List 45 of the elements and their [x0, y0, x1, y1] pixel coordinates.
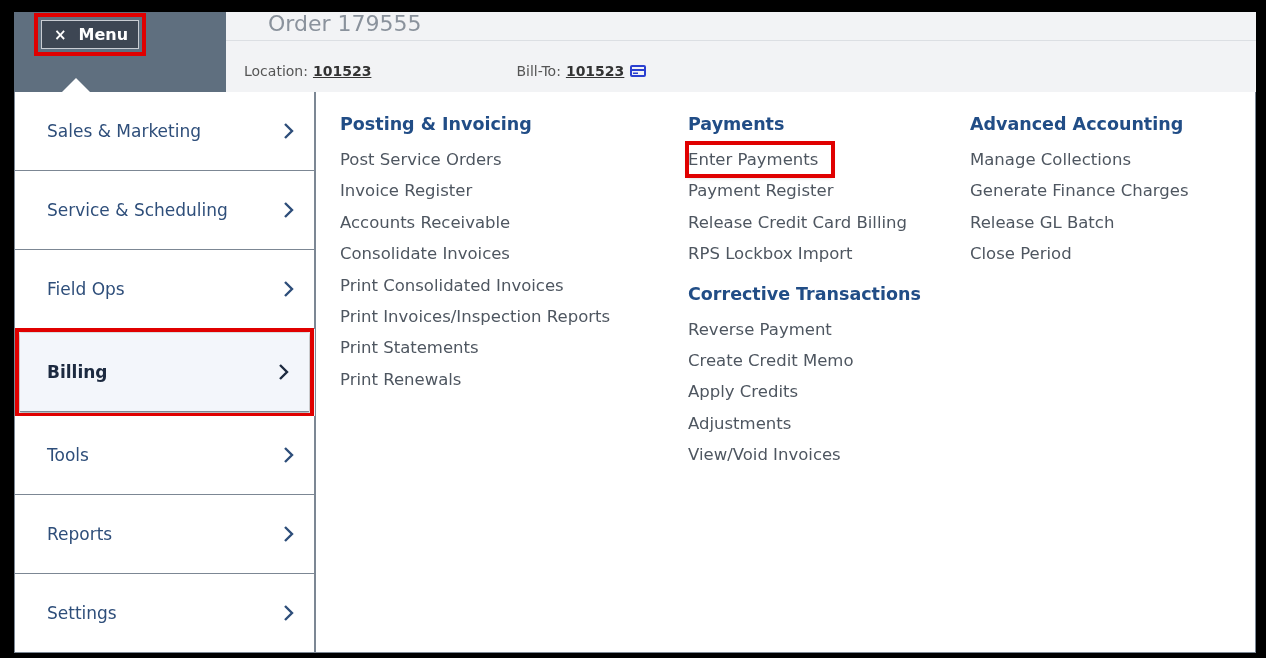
nav-item[interactable]: Settings — [15, 574, 315, 652]
menu-link[interactable]: Release GL Batch — [970, 206, 1115, 239]
section-heading: Advanced Accounting — [970, 114, 1185, 134]
chevron-icon — [282, 122, 294, 140]
menu-link[interactable]: Apply Credits — [688, 376, 799, 408]
menu-link[interactable]: Consolidate Invoices — [340, 238, 510, 270]
nav-item[interactable]: Tools — [15, 416, 315, 495]
card-icon[interactable] — [630, 65, 647, 77]
chevron-icon — [282, 201, 294, 219]
menu-button[interactable]: × Menu — [34, 13, 147, 56]
menu-link[interactable]: Enter Payments — [688, 144, 833, 176]
nav-item[interactable]: Sales & Marketing — [15, 92, 315, 171]
bill-to-label: Bill-To: — [516, 63, 561, 79]
menu-link[interactable]: Generate Finance Charges — [970, 175, 1189, 207]
section-heading: Posting & Invoicing — [340, 114, 533, 134]
location-link[interactable]: 101523 — [312, 63, 372, 79]
bill-to-link[interactable]: 101523 — [565, 63, 625, 79]
menu-link[interactable]: Invoice Register — [340, 175, 473, 207]
menu-link[interactable]: View/Void Invoices — [688, 439, 841, 471]
chevron-icon — [282, 446, 294, 464]
menu-link[interactable]: Post Service Orders — [340, 144, 502, 176]
section-heading: Payments — [688, 114, 786, 134]
menu-link[interactable]: Print Invoices/Inspection Reports — [340, 301, 611, 333]
menu-link[interactable]: Print Consolidated Invoices — [340, 269, 564, 302]
chevron-icon — [282, 604, 294, 622]
menu-link[interactable]: Close Period — [970, 238, 1072, 270]
menu-link[interactable]: Release Credit Card Billing — [688, 206, 907, 239]
section-heading: Corrective Transactions — [688, 283, 922, 304]
menu-link[interactable]: Manage Collections — [970, 144, 1131, 176]
location-label: Location: — [244, 63, 308, 79]
nav-item[interactable]: Service & Scheduling — [15, 171, 315, 250]
nav-item[interactable]: Reports — [15, 495, 315, 574]
menu-link[interactable]: Print Renewals — [340, 363, 462, 396]
chevron-icon — [282, 280, 294, 298]
menu-link[interactable]: Reverse Payment — [688, 313, 832, 346]
menu-link[interactable]: Adjustments — [688, 407, 792, 440]
menu-link[interactable]: Print Statements — [340, 332, 479, 364]
order-title: Order 179555 — [226, 12, 1256, 41]
chevron-icon — [277, 363, 289, 381]
menu-link[interactable]: RPS Lockbox Import — [688, 238, 853, 270]
nav-item[interactable]: Field Ops — [15, 250, 315, 329]
menu-link[interactable]: Payment Register — [688, 175, 834, 207]
menu-link[interactable]: Accounts Receivable — [340, 206, 511, 239]
chevron-icon — [282, 525, 294, 543]
menu-link[interactable]: Create Credit Memo — [688, 345, 854, 377]
